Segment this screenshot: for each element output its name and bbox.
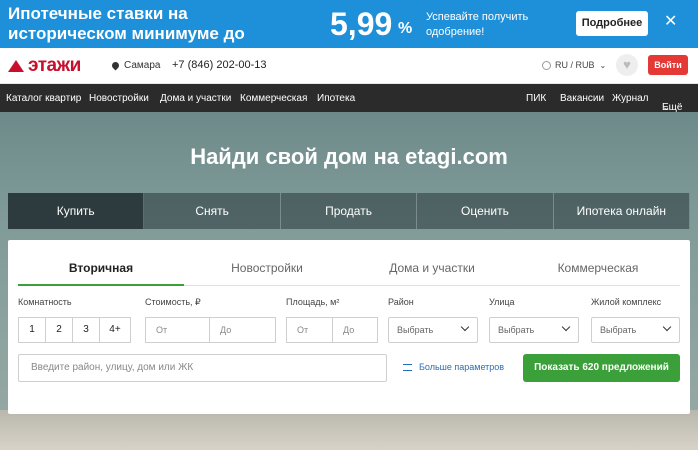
complex-select-value: Выбрать — [600, 325, 637, 335]
rooms-label: Комнатность — [18, 297, 72, 307]
price-label: Стоимость, ₽ — [145, 297, 201, 307]
rooms-option-2[interactable]: 2 — [45, 317, 73, 343]
filter-icon — [403, 363, 412, 371]
logo-house-icon — [8, 60, 24, 72]
nav-item-houses[interactable]: Дома и участки — [160, 93, 231, 104]
rooms-option-3[interactable]: 3 — [72, 317, 100, 343]
tab-secondary[interactable]: Вторичная — [18, 261, 184, 275]
logo-text: этажи — [28, 55, 81, 76]
nav-item-new-buildings[interactable]: Новостройки — [89, 93, 149, 104]
chevron-down-icon: ⌄ — [599, 60, 607, 70]
nav-item-mortgage[interactable]: Ипотека — [317, 93, 355, 104]
area-label: Площадь, м² — [286, 297, 340, 307]
street-label: Улица — [489, 297, 515, 307]
nav-item-vacancies[interactable]: Вакансии — [560, 93, 604, 104]
nav-item-journal[interactable]: Журнал — [612, 93, 649, 104]
hero-title: Найди свой дом на etagi.com — [190, 144, 508, 169]
search-panel: Вторичная Новостройки Дома и участки Ком… — [8, 240, 690, 414]
tab-evaluate[interactable]: Оценить — [417, 193, 554, 229]
lang-currency-label: RU / RUB — [555, 60, 595, 70]
tab-new-buildings[interactable]: Новостройки — [184, 261, 350, 275]
city-label: Самара — [124, 60, 161, 71]
tab-rent[interactable]: Снять — [144, 193, 281, 229]
location-pin-icon — [110, 60, 121, 71]
close-icon[interactable]: ✕ — [664, 12, 677, 32]
area-to-input[interactable]: До — [332, 317, 378, 343]
active-tab-underline — [18, 284, 184, 286]
rooms-option-1[interactable]: 1 — [18, 317, 46, 343]
globe-icon — [542, 60, 551, 70]
street-select[interactable]: Выбрать — [489, 317, 579, 343]
address-search-input[interactable]: Введите район, улицу, дом или ЖК — [18, 354, 387, 382]
banner-more-button[interactable]: Подробнее — [576, 11, 648, 36]
complex-select[interactable]: Выбрать — [591, 317, 680, 343]
property-type-tabs: Вторичная Новостройки Дома и участки Ком… — [18, 254, 680, 286]
more-params-link[interactable]: Больше параметров — [403, 362, 504, 372]
district-select[interactable]: Выбрать — [388, 317, 478, 343]
street-select-value: Выбрать — [498, 325, 535, 335]
banner-percent: % — [398, 20, 413, 37]
tab-sell[interactable]: Продать — [280, 193, 418, 229]
banner-subtitle: Успевайте получить одобрение! — [426, 11, 529, 38]
phone-number[interactable]: +7 (846) 202-00-13 — [172, 59, 266, 71]
tab-mortgage-online[interactable]: Ипотека онлайн — [553, 193, 691, 229]
main-nav: Каталог квартир Новостройки Дома и участ… — [0, 84, 698, 113]
logo[interactable]: этажи — [8, 55, 81, 76]
login-button[interactable]: Войти — [648, 55, 688, 75]
price-from-input[interactable]: От — [145, 317, 210, 343]
show-results-button[interactable]: Показать 620 предложений — [523, 354, 680, 382]
chevron-down-icon — [662, 322, 672, 332]
rooms-option-4plus[interactable]: 4+ — [99, 317, 131, 343]
city-selector[interactable]: Самара — [110, 60, 161, 71]
district-select-value: Выбрать — [397, 325, 434, 335]
area-from-input[interactable]: От — [286, 317, 333, 343]
banner-title: Ипотечные ставки на историческом минимум… — [8, 4, 245, 43]
language-currency-selector[interactable]: RU / RUB ⌄ — [542, 60, 606, 70]
nav-item-catalog[interactable]: Каталог квартир — [6, 93, 81, 104]
promo-banner[interactable]: Ипотечные ставки на историческом минимум… — [0, 0, 698, 48]
chevron-down-icon — [460, 322, 470, 332]
site-header: этажи Самара +7 (846) 202-00-13 RU / RUB… — [0, 48, 698, 84]
district-label: Район — [388, 297, 414, 307]
hero-background-sofa — [0, 410, 698, 450]
complex-label: Жилой комплекс — [591, 297, 662, 307]
hero-section: Найди свой дом на etagi.com Купить Снять… — [0, 112, 698, 450]
deal-type-tabs: Купить Снять Продать Оценить Ипотека онл… — [8, 193, 691, 229]
tab-buy[interactable]: Купить — [8, 193, 145, 229]
more-params-label: Больше параметров — [419, 362, 505, 372]
price-to-input[interactable]: До — [209, 317, 276, 343]
nav-item-pik[interactable]: ПИК — [526, 93, 546, 104]
nav-item-commercial[interactable]: Коммерческая — [240, 93, 307, 104]
favorites-heart-icon[interactable]: ♥ — [616, 54, 638, 76]
tab-commercial[interactable]: Коммерческая — [515, 261, 681, 275]
chevron-down-icon — [561, 322, 571, 332]
tab-houses-plots[interactable]: Дома и участки — [349, 261, 515, 275]
banner-rate: 5,99 — [330, 6, 393, 42]
